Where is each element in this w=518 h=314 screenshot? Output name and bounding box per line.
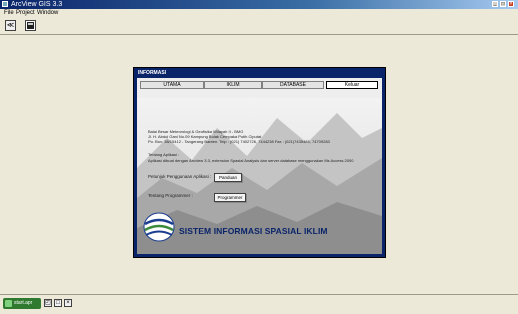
taskbar: start.apr ◰ □ × <box>0 294 518 314</box>
back-icon[interactable]: ≪ <box>5 20 16 31</box>
tab-iklim[interactable]: IKLIM <box>204 81 262 89</box>
menu-project[interactable]: Project <box>16 9 35 18</box>
close-window-icon[interactable]: × <box>64 299 72 307</box>
about-text: Aplikasi dibuat dengan Arcview 3.3, exte… <box>148 158 354 163</box>
toolbar: ≪ <box>0 18 518 35</box>
app-icon <box>2 1 8 7</box>
restore-icon[interactable]: ◰ <box>44 299 52 307</box>
start-button[interactable]: start.apr <box>3 298 41 309</box>
programmer-button[interactable]: Programmer <box>214 193 246 202</box>
close-icon[interactable]: × <box>508 1 514 7</box>
programmer-label: Tentang Programmer : <box>148 193 193 198</box>
menu-file[interactable]: File <box>4 9 14 18</box>
app-title: ArcView GIS 3.3 <box>11 1 63 8</box>
guide-label: Petunjuk Penggunaan Aplikasi : <box>148 174 212 179</box>
save-icon[interactable] <box>25 20 36 31</box>
tab-utama[interactable]: UTAMA <box>140 81 204 89</box>
guide-button[interactable]: Panduan <box>214 173 242 182</box>
brand-title: SISTEM INFORMASI SPASIAL IKLIM <box>179 226 328 236</box>
address-line-3: Po. Box: 38/15412 - Tangerang Banten. Te… <box>148 139 330 144</box>
maximize-window-icon[interactable]: □ <box>54 299 62 307</box>
minimize-icon[interactable]: _ <box>492 1 498 7</box>
tab-bar: UTAMA IKLIM DATABASE Keluar <box>140 81 380 89</box>
info-dialog: INFORMASI UTAMA IKLIM DATABASE Keluar Ba… <box>133 67 386 258</box>
dialog-body: UTAMA IKLIM DATABASE Keluar Balai Besar … <box>137 78 382 254</box>
menu-window[interactable]: Window <box>37 9 58 18</box>
app-titlebar: ArcView GIS 3.3 _ □ × <box>0 0 518 9</box>
maximize-icon[interactable]: □ <box>500 1 506 7</box>
bmg-logo <box>143 212 175 242</box>
exit-button[interactable]: Keluar <box>326 81 378 89</box>
tab-database[interactable]: DATABASE <box>262 81 324 89</box>
about-heading: Tentang Aplikasi : <box>148 152 180 157</box>
start-icon <box>5 300 12 307</box>
start-label: start.apr <box>14 300 33 306</box>
dialog-title: INFORMASI <box>138 70 167 76</box>
menu-bar: File Project Window <box>0 9 518 18</box>
